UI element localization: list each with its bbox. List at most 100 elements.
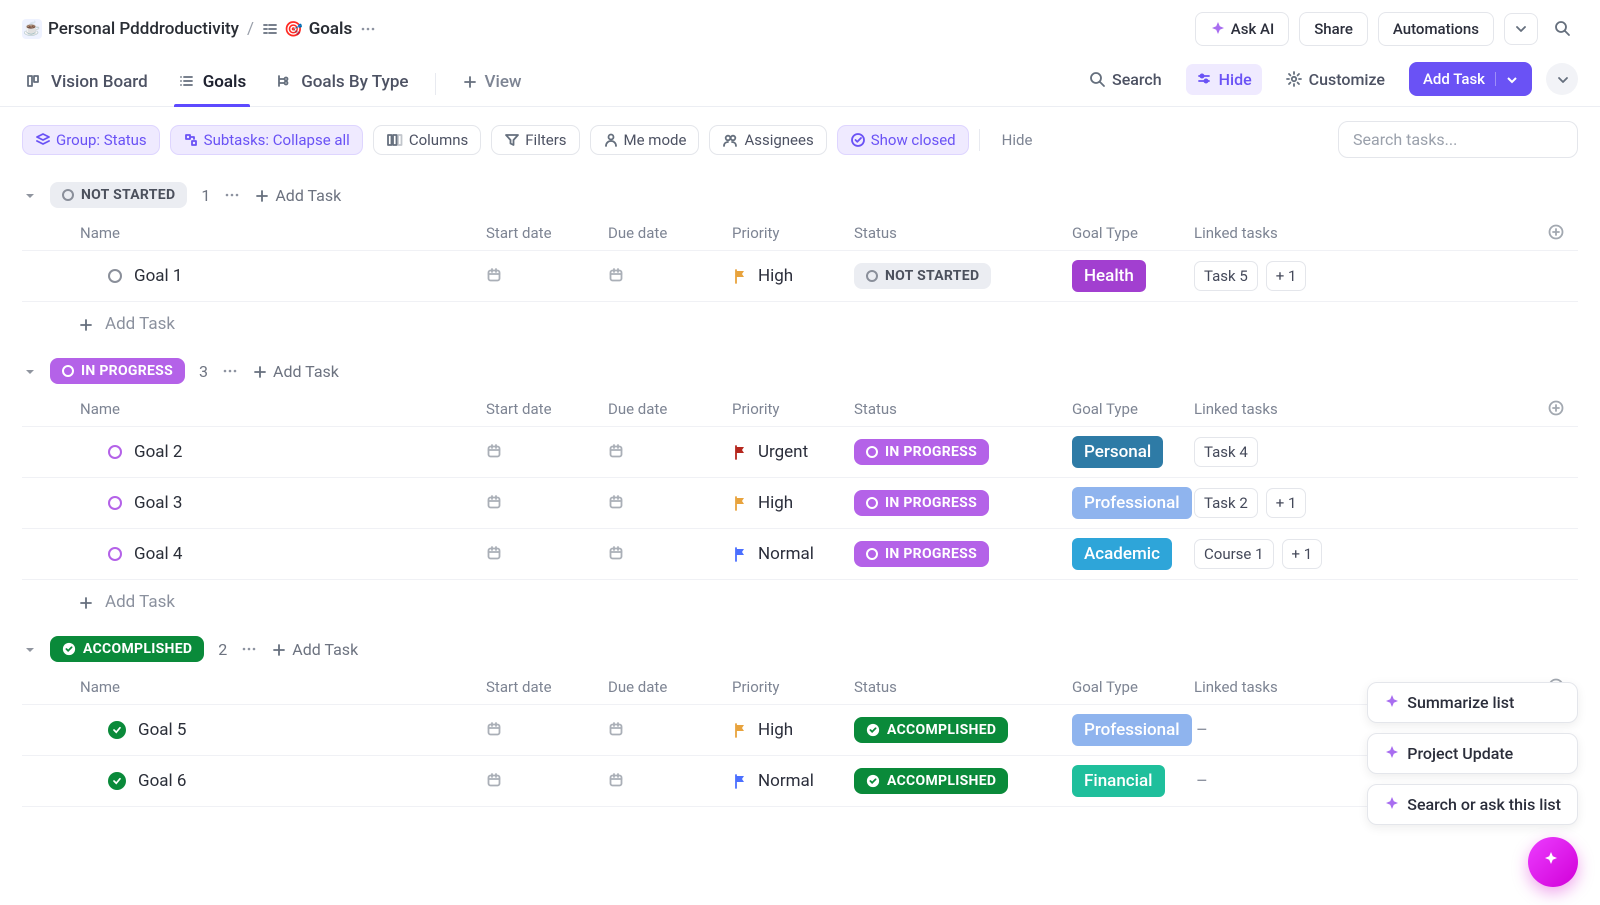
linked-overflow-chip[interactable]: + 1 [1266,261,1307,291]
due-date-cell[interactable] [608,443,732,461]
automations-button[interactable]: Automations [1378,12,1494,46]
group-add-task-button[interactable]: Add Task [271,640,358,659]
tab-goals-by-type[interactable]: Goals By Type [272,62,412,106]
linked-overflow-chip[interactable]: + 1 [1282,539,1323,569]
due-date-cell[interactable] [608,772,732,790]
col-start-date[interactable]: Start date [486,224,608,242]
col-status[interactable]: Status [854,678,1072,696]
add-view-button[interactable]: View [458,62,526,106]
more-actions-button[interactable] [1546,63,1578,95]
due-date-cell[interactable] [608,545,732,563]
search-button[interactable]: Search [1079,64,1172,95]
status-cell[interactable]: ACCOMPLISHED [854,768,1072,794]
workspace-crumb[interactable]: ☕ Personal Pdddroductivity [22,19,239,39]
goal-type-cell[interactable]: Academic [1072,538,1194,570]
search-tasks-input[interactable] [1353,130,1563,149]
col-goal-type[interactable]: Goal Type [1072,678,1194,696]
task-name[interactable]: Goal 1 [134,266,182,286]
goal-type-cell[interactable]: Personal [1072,436,1194,468]
col-priority[interactable]: Priority [732,678,854,696]
subtasks-chip[interactable]: Subtasks: Collapse all [170,125,363,155]
col-name[interactable]: Name [80,678,486,696]
task-name[interactable]: Goal 3 [134,493,182,513]
status-cell[interactable]: IN PROGRESS [854,439,1072,465]
columns-chip[interactable]: Columns [373,125,481,155]
add-column-button[interactable] [1548,224,1578,242]
priority-cell[interactable]: High [732,720,854,740]
col-due-date[interactable]: Due date [608,224,732,242]
col-linked-tasks[interactable]: Linked tasks [1194,224,1548,242]
status-cell[interactable]: ACCOMPLISHED [854,717,1072,743]
linked-task-chip[interactable]: Task 4 [1194,437,1258,467]
group-collapse-toggle[interactable] [22,642,36,656]
status-cell[interactable]: IN PROGRESS [854,541,1072,567]
start-date-cell[interactable] [486,267,608,285]
linked-task-chip[interactable]: Course 1 [1194,539,1274,569]
tab-goals[interactable]: Goals [174,62,251,106]
col-priority[interactable]: Priority [732,400,854,418]
col-name[interactable]: Name [80,400,486,418]
col-start-date[interactable]: Start date [486,400,608,418]
add-task-row[interactable]: Add Task [22,580,1578,618]
add-column-button[interactable] [1548,400,1578,418]
priority-cell[interactable]: Normal [732,771,854,791]
linked-tasks-cell[interactable]: Task 2 + 1 [1194,488,1548,518]
linked-task-chip[interactable]: Task 5 [1194,261,1258,291]
priority-cell[interactable]: High [732,266,854,286]
task-name[interactable]: Goal 5 [138,720,186,740]
add-task-row[interactable]: Add Task [22,302,1578,340]
automations-chevron[interactable] [1504,13,1538,45]
task-row[interactable]: Goal 3 High IN PROGRESS Professional Tas… [22,478,1578,529]
filters-chip[interactable]: Filters [491,125,579,155]
task-name[interactable]: Goal 4 [134,544,182,564]
due-date-cell[interactable] [608,267,732,285]
share-button[interactable]: Share [1299,12,1368,46]
col-due-date[interactable]: Due date [608,400,732,418]
col-status[interactable]: Status [854,400,1072,418]
priority-cell[interactable]: High [732,493,854,513]
hide-chips-button[interactable]: Hide [1002,131,1033,149]
show-closed-chip[interactable]: Show closed [837,125,969,155]
start-date-cell[interactable] [486,772,608,790]
linked-task-chip[interactable]: Task 2 [1194,488,1258,518]
group-chip[interactable]: Group: Status [22,125,160,155]
goal-type-cell[interactable]: Financial [1072,765,1194,797]
summarize-list-button[interactable]: Summarize list [1367,682,1578,723]
customize-button[interactable]: Customize [1276,64,1395,95]
status-cell[interactable]: NOT STARTED [854,263,1072,289]
col-name[interactable]: Name [80,224,486,242]
me-mode-chip[interactable]: Me mode [590,125,700,155]
col-status[interactable]: Status [854,224,1072,242]
due-date-cell[interactable] [608,721,732,739]
priority-cell[interactable]: Urgent [732,442,854,462]
page-crumb[interactable]: 🎯 Goals [262,19,352,39]
top-search-button[interactable] [1548,14,1578,44]
start-date-cell[interactable] [486,443,608,461]
col-linked-tasks[interactable]: Linked tasks [1194,400,1548,418]
assignees-chip[interactable]: Assignees [709,125,826,155]
group-more-menu[interactable] [224,187,240,203]
task-name[interactable]: Goal 6 [138,771,186,791]
start-date-cell[interactable] [486,545,608,563]
goal-type-cell[interactable]: Health [1072,260,1194,292]
goal-type-cell[interactable]: Professional [1072,487,1194,519]
col-start-date[interactable]: Start date [486,678,608,696]
start-date-cell[interactable] [486,494,608,512]
search-tasks-input-wrapper[interactable] [1338,121,1578,158]
start-date-cell[interactable] [486,721,608,739]
group-collapse-toggle[interactable] [22,188,36,202]
group-more-menu[interactable] [222,363,238,379]
goal-type-cell[interactable]: Professional [1072,714,1194,746]
linked-tasks-cell[interactable]: Course 1 + 1 [1194,539,1548,569]
add-task-button[interactable]: Add Task [1409,62,1532,96]
linked-tasks-cell[interactable]: Task 4 [1194,437,1548,467]
project-update-button[interactable]: Project Update [1367,733,1578,774]
col-due-date[interactable]: Due date [608,678,732,696]
task-name[interactable]: Goal 2 [134,442,182,462]
linked-tasks-cell[interactable]: Task 5 + 1 [1194,261,1548,291]
task-row[interactable]: Goal 6 Normal ACCOMPLISHED Financial – [22,756,1578,807]
search-ask-button[interactable]: Search or ask this list [1367,784,1578,825]
task-row[interactable]: Goal 5 High ACCOMPLISHED Professional – [22,705,1578,756]
due-date-cell[interactable] [608,494,732,512]
task-row[interactable]: Goal 2 Urgent IN PROGRESS Personal Task … [22,427,1578,478]
